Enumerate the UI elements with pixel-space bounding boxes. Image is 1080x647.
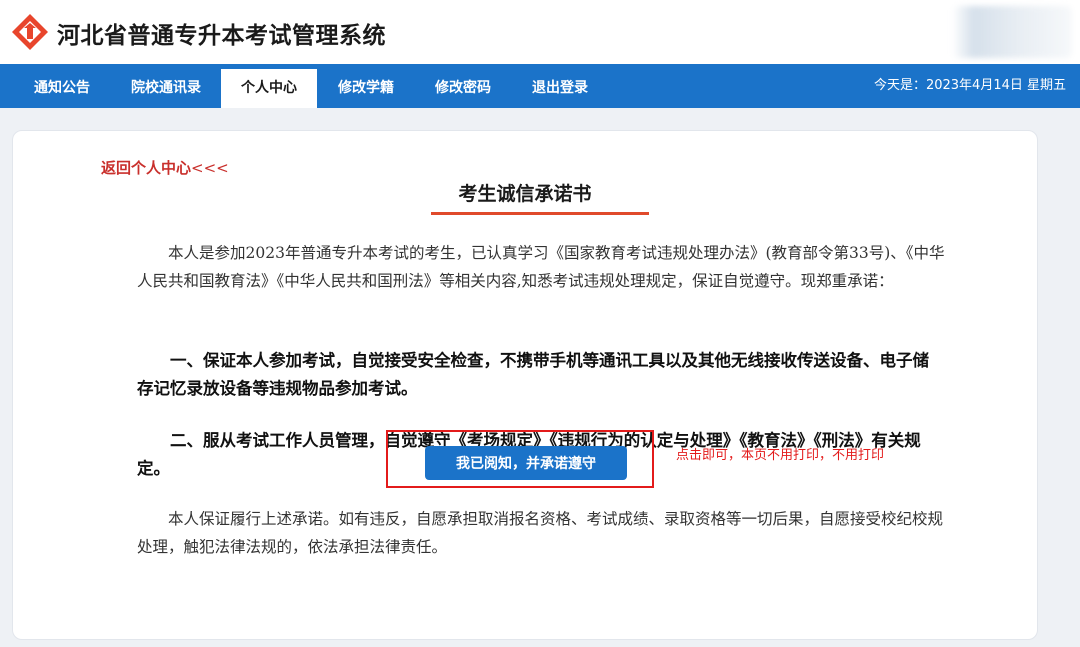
confirm-pledge-button[interactable]: 我已阅知，并承诺遵守: [425, 446, 627, 480]
tab-notices[interactable]: 通知公告: [14, 69, 110, 108]
title-underline: [431, 212, 649, 215]
back-to-personal-center-link[interactable]: 返回个人中心<<<: [101, 157, 229, 178]
tab-logout[interactable]: 退出登录: [512, 69, 608, 108]
tab-personal-center[interactable]: 个人中心: [221, 69, 317, 108]
back-link-label: 返回个人中心: [101, 159, 192, 177]
site-title: 河北省普通专升本考试管理系统: [57, 23, 386, 49]
site-header: 河北省普通专升本考试管理系统: [0, 0, 1080, 64]
back-arrows-icon: <<<: [191, 159, 229, 177]
annotation-note: 点击即可，本页不用打印，不用打印: [676, 448, 885, 463]
pledge-closing-paragraph: 本人保证履行上述承诺。如有违反，自愿承担取消报名资格、考试成绩、录取资格等一切后…: [137, 510, 944, 556]
hebei-exam-logo-icon: [12, 14, 48, 50]
tab-change-password[interactable]: 修改密码: [415, 69, 511, 108]
pledge-card: 返回个人中心<<< 考生诚信承诺书 本人是参加2023年普通专升本考试的考生，已…: [12, 130, 1038, 640]
page-title: 考生诚信承诺书: [458, 183, 592, 205]
today-date: 今天是：2023年4月14日 星期五: [873, 78, 1066, 93]
main-nav: 通知公告 院校通讯录 个人中心 修改学籍 修改密码 退出登录 今天是：2023年…: [0, 64, 1080, 108]
tab-school-directory[interactable]: 院校通讯录: [118, 69, 214, 108]
pledge-intro-paragraph: 本人是参加2023年普通专升本考试的考生，已认真学习《国家教育考试违规处理办法》…: [137, 244, 945, 290]
tab-edit-enrollment[interactable]: 修改学籍: [318, 69, 414, 108]
pledge-item-1: 一、保证本人参加考试，自觉接受安全检查，不携带手机等通讯工具以及其他无线接收传送…: [137, 351, 929, 398]
blurred-user-info: [952, 6, 1072, 58]
